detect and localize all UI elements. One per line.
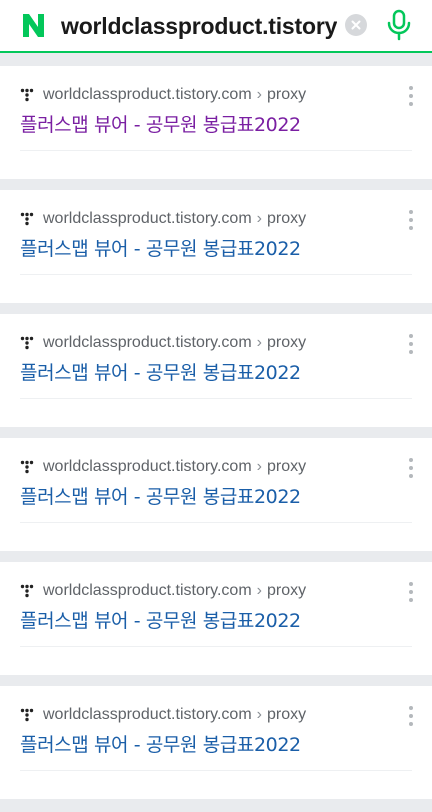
result-url[interactable]: worldclassproduct.tistory.com › proxy — [20, 456, 306, 478]
result-title-link[interactable]: 플러스맵 뷰어 - 공무원 봉급표2022 — [20, 360, 301, 386]
breadcrumb-separator: › — [256, 706, 262, 723]
more-vertical-icon[interactable] — [403, 457, 419, 479]
result-url[interactable]: worldclassproduct.tistory.com › proxy — [20, 704, 306, 726]
more-vertical-icon[interactable] — [403, 85, 419, 107]
card-divider — [20, 770, 412, 771]
tistory-dots-icon — [20, 460, 34, 474]
tistory-dots-icon — [20, 88, 34, 102]
result-domain: worldclassproduct.tistory.com — [43, 86, 252, 103]
breadcrumb-separator: › — [256, 86, 262, 103]
result-card: worldclassproduct.tistory.com › proxy 플러… — [0, 190, 432, 303]
search-input[interactable]: worldclassproduct.tistory.com — [61, 10, 337, 42]
tistory-dots-icon — [20, 212, 34, 226]
search-results: worldclassproduct.tistory.com › proxy 플러… — [0, 66, 432, 810]
result-title-link[interactable]: 플러스맵 뷰어 - 공무원 봉급표2022 — [20, 732, 301, 758]
card-divider — [20, 646, 412, 647]
result-path: proxy — [266, 706, 307, 723]
more-vertical-icon[interactable] — [403, 705, 419, 727]
result-card: worldclassproduct.tistory.com › proxy 플러… — [0, 562, 432, 675]
result-domain: worldclassproduct.tistory.com — [43, 210, 252, 227]
result-path: proxy — [266, 458, 307, 475]
more-vertical-icon[interactable] — [403, 333, 419, 355]
result-path: proxy — [266, 86, 307, 103]
result-domain: worldclassproduct.tistory.com — [43, 458, 252, 475]
result-path: proxy — [266, 582, 307, 599]
result-card: worldclassproduct.tistory.com › proxy 플러… — [0, 314, 432, 427]
tistory-dots-icon — [20, 708, 34, 722]
result-domain: worldclassproduct.tistory.com — [43, 582, 252, 599]
tistory-dots-icon — [20, 584, 34, 598]
result-path: proxy — [266, 210, 307, 227]
breadcrumb-separator: › — [256, 210, 262, 227]
result-card: worldclassproduct.tistory.com › proxy 플러… — [0, 686, 432, 799]
more-vertical-icon[interactable] — [403, 581, 419, 603]
card-divider — [20, 150, 412, 151]
card-divider — [20, 274, 412, 275]
result-title-link[interactable]: 플러스맵 뷰어 - 공무원 봉급표2022 — [20, 608, 301, 634]
more-vertical-icon[interactable] — [403, 209, 419, 231]
result-url[interactable]: worldclassproduct.tistory.com › proxy — [20, 332, 306, 354]
clear-button[interactable] — [345, 14, 367, 36]
microphone-icon[interactable] — [386, 9, 412, 41]
close-icon — [351, 20, 361, 30]
result-url[interactable]: worldclassproduct.tistory.com › proxy — [20, 580, 306, 602]
naver-logo[interactable] — [20, 12, 47, 39]
breadcrumb-separator: › — [256, 582, 262, 599]
card-divider — [20, 522, 412, 523]
result-domain: worldclassproduct.tistory.com — [43, 706, 252, 723]
result-url[interactable]: worldclassproduct.tistory.com › proxy — [20, 208, 306, 230]
result-path: proxy — [266, 334, 307, 351]
tistory-dots-icon — [20, 336, 34, 350]
breadcrumb-separator: › — [256, 334, 262, 351]
breadcrumb-separator: › — [256, 458, 262, 475]
result-title-link[interactable]: 플러스맵 뷰어 - 공무원 봉급표2022 — [20, 484, 301, 510]
search-bar: worldclassproduct.tistory.com — [0, 0, 432, 53]
card-divider — [20, 398, 412, 399]
result-card: worldclassproduct.tistory.com › proxy 플러… — [0, 438, 432, 551]
result-domain: worldclassproduct.tistory.com — [43, 334, 252, 351]
result-url[interactable]: worldclassproduct.tistory.com › proxy — [20, 84, 306, 106]
result-card: worldclassproduct.tistory.com › proxy 플러… — [0, 66, 432, 179]
result-title-link[interactable]: 플러스맵 뷰어 - 공무원 봉급표2022 — [20, 236, 301, 262]
result-title-link[interactable]: 플러스맵 뷰어 - 공무원 봉급표2022 — [20, 112, 301, 138]
